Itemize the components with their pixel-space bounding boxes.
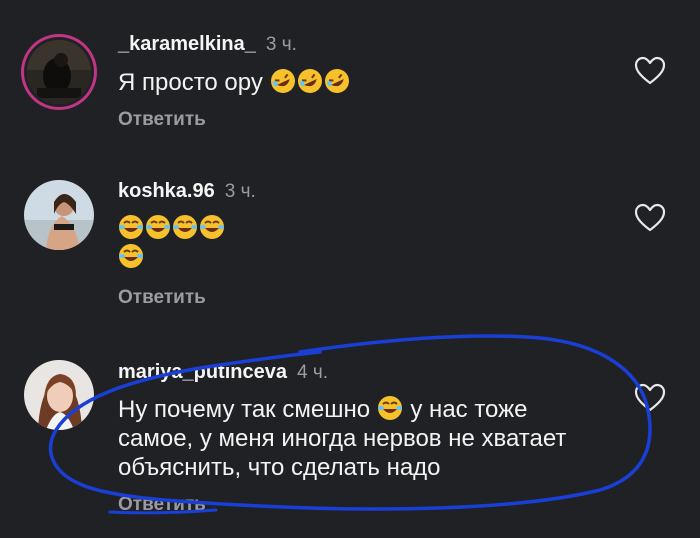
timestamp: 3 ч. [265, 34, 297, 55]
heart-outline-icon[interactable] [634, 383, 666, 413]
timestamp: 3 ч. [224, 181, 256, 202]
rofl-emoji-icon [297, 69, 322, 93]
rofl-emoji-icon [324, 69, 349, 93]
avatar[interactable] [24, 360, 94, 430]
username[interactable]: mariya_putinceva [118, 361, 287, 384]
username[interactable]: koshka.96 [118, 180, 215, 203]
joy-emoji-icon [173, 215, 197, 239]
reply-button[interactable]: Ответить [118, 494, 206, 516]
username[interactable]: _karamelkina_ [118, 33, 256, 56]
heart-outline-icon[interactable] [634, 203, 666, 233]
joy-emoji-icon [119, 244, 143, 268]
joy-emoji-icon [377, 396, 402, 420]
comment-text-body: Ну почему так смешно [118, 396, 371, 423]
comment-text: Ну почему так смешно у нас тоже самое, у… [118, 395, 588, 482]
joy-emoji-icon [146, 215, 170, 239]
heart-outline-icon[interactable] [634, 56, 666, 86]
emoji-line [118, 243, 588, 272]
comment-text: Я просто ору [118, 68, 588, 97]
emoji-line [118, 214, 588, 243]
avatar[interactable] [27, 40, 91, 104]
comment-text [118, 214, 588, 272]
emoji-group [270, 69, 351, 96]
rofl-emoji-icon [270, 69, 295, 93]
reply-button[interactable]: Ответить [118, 287, 206, 309]
avatar[interactable] [24, 180, 94, 250]
joy-emoji-icon [119, 215, 143, 239]
timestamp: 4 ч. [296, 362, 329, 383]
reply-button[interactable]: Ответить [118, 109, 206, 131]
joy-emoji-icon [200, 215, 224, 239]
comment-text-body: Я просто ору [118, 69, 263, 96]
